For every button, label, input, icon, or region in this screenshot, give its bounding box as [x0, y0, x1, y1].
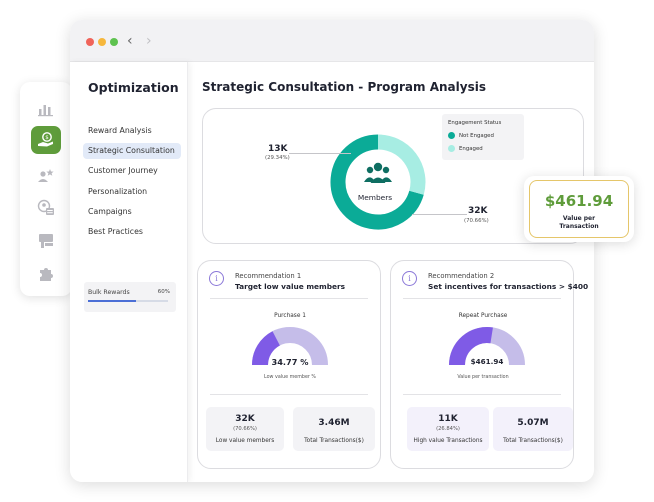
window-close-dot[interactable]: [86, 38, 94, 46]
recommendation-card-1: i Recommendation 1 Target low value memb…: [197, 260, 381, 469]
stat-value: 32K: [235, 414, 255, 424]
sidebar-item-personalization[interactable]: Personalization: [83, 184, 181, 200]
stat-label: Low value members: [215, 438, 275, 444]
divider: [403, 394, 561, 395]
user-card-icon: [37, 199, 54, 215]
bulk-rewards-track: [88, 300, 168, 302]
legend-label-not-engaged: Not Engaged: [459, 132, 494, 139]
not-engaged-percent: (70.66%): [464, 218, 489, 224]
legend-title: Engagement Status: [448, 120, 502, 126]
icon-rail: $: [20, 82, 72, 296]
gauge-center-value: $461.94: [470, 357, 504, 366]
sidebar-item-reward-analysis[interactable]: Reward Analysis: [83, 123, 181, 139]
bulk-rewards-progress[interactable]: Bulk Rewards 60%: [84, 282, 176, 312]
bulk-rewards-label: Bulk Rewards: [88, 289, 130, 296]
stat-label: Total Transactions($): [503, 438, 563, 444]
megaphone-icon: [39, 234, 53, 248]
engagement-donut: [330, 134, 426, 230]
engaged-value: 13K: [268, 144, 288, 154]
sidebar-title: Optimization: [88, 80, 179, 95]
stat-box-high-value-transactions: 11K (26.84%) High value Transactions: [407, 407, 489, 451]
stat-value: 3.46M: [318, 418, 350, 428]
sidebar: Optimization Reward Analysis Strategic C…: [70, 62, 188, 482]
not-engaged-value: 32K: [468, 206, 488, 216]
page-title: Strategic Consultation - Program Analysi…: [202, 80, 486, 94]
gauge-caption: Value per transaction: [457, 375, 509, 380]
info-icon[interactable]: i: [209, 271, 224, 286]
stat-label: High value Transactions: [413, 438, 483, 444]
rail-profile-button[interactable]: [31, 194, 61, 222]
hand-money-icon: $: [38, 132, 53, 147]
back-arrow-icon[interactable]: ‹: [127, 33, 133, 49]
svg-text:$: $: [45, 135, 49, 141]
legend-item-engaged[interactable]: Engaged: [448, 145, 483, 152]
rail-bar-chart-button[interactable]: [31, 94, 61, 122]
info-icon[interactable]: i: [402, 271, 417, 286]
gauge-center-value: 34.77 %: [271, 357, 309, 367]
recommendation-number: Recommendation 1: [235, 272, 302, 280]
sidebar-item-customer-journey[interactable]: Customer Journey: [83, 163, 181, 179]
engaged-percent: (29.34%): [265, 155, 290, 161]
forward-arrow-icon[interactable]: ›: [146, 33, 152, 49]
page: $ ‹ › Optimization Reward Analysis Strat…: [0, 0, 654, 502]
stat-box-low-value-members: 32K (70.66%) Low value members: [206, 407, 284, 451]
window-titlebar: ‹ ›: [70, 20, 594, 62]
legend-item-not-engaged[interactable]: Not Engaged: [448, 132, 494, 139]
bulk-rewards-fill: [88, 300, 136, 302]
gauge-title: Repeat Purchase: [458, 313, 508, 319]
gauge-caption: Low value member %: [264, 375, 316, 380]
recommendation-card-2: i Recommendation 2 Set incentives for tr…: [390, 260, 588, 469]
app-window: ‹ › Optimization Reward Analysis Strateg…: [70, 20, 594, 482]
gauge-title: Purchase 1: [274, 313, 306, 319]
recommendation-headline: Target low value members: [235, 282, 346, 291]
window-maximize-dot[interactable]: [110, 38, 118, 46]
recommendation-number: Recommendation 2: [428, 272, 495, 280]
rail-loyalty-button[interactable]: [31, 162, 61, 190]
divider: [403, 298, 561, 299]
value-label-line2: Transaction: [559, 223, 599, 230]
stat-percent: (26.84%): [436, 426, 460, 432]
legend-swatch-engaged: [448, 145, 455, 152]
stat-label: Total Transactions($): [304, 438, 364, 444]
donut-center-label: Members: [357, 193, 393, 202]
sidebar-item-best-practices[interactable]: Best Practices: [83, 224, 181, 240]
value-per-transaction-card: $461.94 Value per Transaction: [524, 176, 634, 242]
window-minimize-dot[interactable]: [98, 38, 106, 46]
rail-campaign-button[interactable]: [31, 227, 61, 255]
rail-practices-button[interactable]: [31, 260, 61, 288]
value-label-line1: Value per: [562, 215, 596, 222]
stat-box-total-transactions: 5.07M Total Transactions($): [493, 407, 573, 451]
bar-chart-icon: [38, 105, 53, 117]
not-engaged-leader-line: [412, 214, 467, 215]
sidebar-item-strategic-consultation[interactable]: Strategic Consultation: [83, 143, 181, 159]
stat-percent: (70.66%): [233, 426, 257, 432]
stat-value: 5.07M: [517, 418, 549, 428]
stat-value: 11K: [438, 414, 458, 424]
value-label: Value per Transaction: [530, 215, 628, 231]
stat-box-total-transactions: 3.46M Total Transactions($): [293, 407, 375, 451]
divider: [210, 298, 368, 299]
recommendation-headline: Set incentives for transactions > $400: [428, 282, 589, 291]
sidebar-item-campaigns[interactable]: Campaigns: [83, 204, 181, 220]
members-group-icon: [364, 162, 392, 183]
puzzle-icon: [40, 268, 53, 281]
donut-slice-engaged[interactable]: [377, 134, 426, 195]
legend-label-engaged: Engaged: [459, 145, 483, 152]
engagement-legend: Engagement Status Not Engaged Engaged: [442, 114, 524, 160]
engaged-leader-line: [289, 153, 351, 154]
rail-rewards-button[interactable]: $: [31, 126, 61, 154]
legend-swatch-not-engaged: [448, 132, 455, 139]
divider: [210, 394, 368, 395]
user-star-icon: [38, 169, 54, 182]
value-card-border: $461.94 Value per Transaction: [529, 180, 629, 238]
value-amount: $461.94: [544, 192, 614, 210]
bulk-rewards-percent: 60%: [157, 289, 170, 295]
